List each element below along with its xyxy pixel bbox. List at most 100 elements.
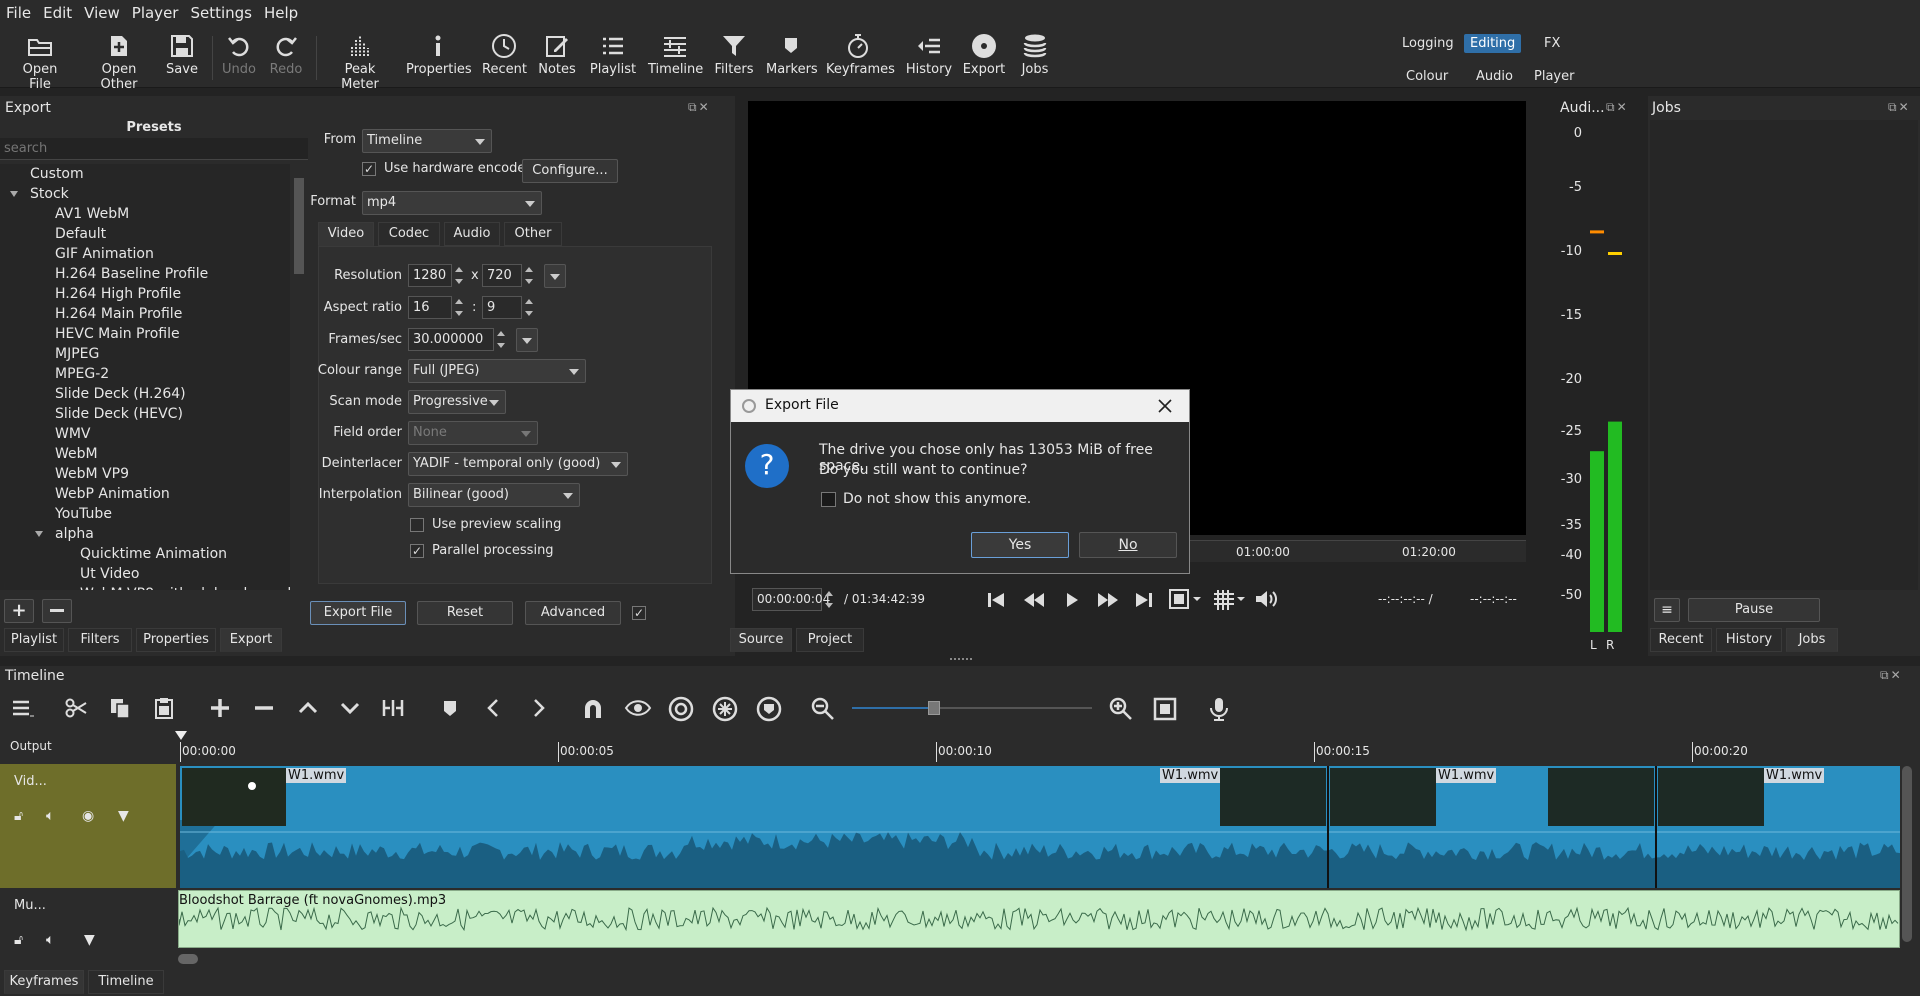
scan-mode-select[interactable]: Progressive [408,390,506,414]
close-icon[interactable] [1157,398,1173,414]
audio-clip[interactable]: Bloodshot Barrage (ft novaGnomes).mp3 [178,890,1900,948]
scrollbar-thumb[interactable] [294,178,304,274]
aspect-width-spin[interactable] [452,296,466,319]
dialog-titlebar[interactable]: Export File [731,390,1189,422]
expand-arrow-icon[interactable] [35,531,43,537]
preset-item[interactable]: Stock [0,184,290,204]
resolution-height-input[interactable]: 720 [482,264,522,287]
panel-splitter-handle[interactable] [950,658,972,662]
mute-speaker-icon[interactable]: 🔈︎ [46,932,54,948]
preset-item[interactable]: alpha [0,524,290,544]
filters-button[interactable]: Filters [712,32,756,88]
layout-editing[interactable]: Editing [1464,34,1522,53]
preset-item[interactable]: Ut Video [0,564,290,584]
tab-export[interactable]: Export [220,628,282,652]
lift-icon[interactable] [296,696,320,720]
recent-button[interactable]: Recent [482,32,527,88]
copy-icon[interactable] [108,696,132,720]
split-icon[interactable] [380,696,406,720]
fps-input[interactable]: 30.000000 [408,328,494,351]
zoom-slider-handle[interactable] [928,701,940,715]
timeline-menu-icon[interactable] [10,696,34,720]
tab-history[interactable]: History [1716,628,1782,652]
tab-keyframes[interactable]: Keyframes [4,970,84,994]
keyframes-button[interactable]: Keyframes [826,32,895,88]
skip-to-end-icon[interactable] [1134,590,1154,610]
redo-button[interactable]: Redo [268,32,304,88]
from-select[interactable]: Timeline [362,129,492,153]
record-audio-microphone-icon[interactable] [1208,696,1230,722]
zoom-out-icon[interactable] [810,696,836,722]
open-other-button[interactable]: Open Other [84,32,154,92]
next-marker-icon[interactable] [526,696,550,720]
timeline-vscroll[interactable] [1900,764,1914,948]
mute-speaker-icon[interactable]: 🔈︎ [46,808,54,824]
layout-fx[interactable]: FX [1538,34,1566,53]
menu-help[interactable]: Help [258,4,304,22]
tab-filters[interactable]: Filters [68,628,132,652]
preset-item[interactable]: MJPEG [0,344,290,364]
preset-item[interactable]: H.264 Main Profile [0,304,290,324]
resolution-width-spin[interactable] [452,264,466,287]
resolution-height-spin[interactable] [522,264,536,287]
layout-colour[interactable]: Colour [1400,67,1454,86]
panel-float-close-icon[interactable]: ⧉✕ [688,100,711,115]
menu-settings[interactable]: Settings [184,4,258,22]
playhead-icon[interactable] [174,730,188,744]
grid-icon[interactable] [1212,588,1246,610]
hw-encoder-checkbox[interactable]: ✓ [362,162,376,176]
preset-item[interactable]: WebP Animation [0,484,290,504]
preset-item[interactable]: WebM VP8 with alpha channel [0,584,290,590]
tab-other[interactable]: Other [504,222,562,246]
video-track[interactable]: W1.wmv W1.wmv W1.wmv W1.wmv [180,766,1900,888]
preview-scaling-checkbox[interactable] [410,518,424,532]
ripple-icon[interactable] [668,696,694,722]
layout-logging[interactable]: Logging [1396,34,1460,53]
pause-button[interactable]: Pause [1688,598,1820,622]
history-button[interactable]: History [904,32,954,88]
remove-icon[interactable] [252,696,276,720]
layout-audio[interactable]: Audio [1470,67,1519,86]
peak-meter-button[interactable]: Peak Meter [326,32,394,92]
scrub-eye-icon[interactable] [624,696,652,720]
colour-range-select[interactable]: Full (JPEG) [408,359,586,383]
fps-preset-dropdown[interactable] [516,328,538,352]
scissors-icon[interactable] [64,696,88,720]
preset-item[interactable]: MPEG-2 [0,364,290,384]
rewind-icon[interactable] [1022,590,1046,610]
overwrite-icon[interactable] [338,696,362,720]
preset-item[interactable]: Default [0,224,290,244]
preset-item[interactable]: H.264 High Profile [0,284,290,304]
preset-search-input[interactable] [0,138,308,160]
tab-properties[interactable]: Properties [136,628,216,652]
lock-icon[interactable]: 🔓︎ [14,808,23,824]
track-filter-funnel-icon[interactable]: ▼ [118,808,129,824]
properties-button[interactable]: Properties [406,32,472,88]
snap-magnet-icon[interactable] [580,696,606,722]
resolution-preset-dropdown[interactable] [544,264,566,288]
no-button[interactable]: No [1079,532,1177,558]
menu-player[interactable]: Player [126,4,185,22]
tab-timeline[interactable]: Timeline [88,970,164,994]
ripple-all-icon[interactable] [712,696,738,722]
append-icon[interactable] [208,696,232,720]
configure-button[interactable]: Configure... [522,159,618,183]
jobs-button[interactable]: Jobs [1018,32,1052,88]
expand-arrow-icon[interactable] [10,191,18,197]
remove-preset-button[interactable] [42,599,72,623]
preset-item[interactable]: Slide Deck (HEVC) [0,404,290,424]
yes-button[interactable]: Yes [971,532,1069,558]
aspect-width-input[interactable]: 16 [408,296,452,319]
tab-project[interactable]: Project [796,628,864,652]
open-file-button[interactable]: Open File [12,32,68,92]
ripple-markers-icon[interactable] [756,696,782,722]
tab-playlist[interactable]: Playlist [4,628,64,652]
preset-item[interactable]: WebM VP9 [0,464,290,484]
fps-spin[interactable] [494,328,508,351]
add-preset-button[interactable]: + [4,599,34,623]
layout-player[interactable]: Player [1528,67,1580,86]
previous-marker-icon[interactable] [482,696,506,720]
export-button[interactable]: Export [962,32,1006,88]
preset-item[interactable]: AV1 WebM [0,204,290,224]
aspect-height-input[interactable]: 9 [482,296,522,319]
